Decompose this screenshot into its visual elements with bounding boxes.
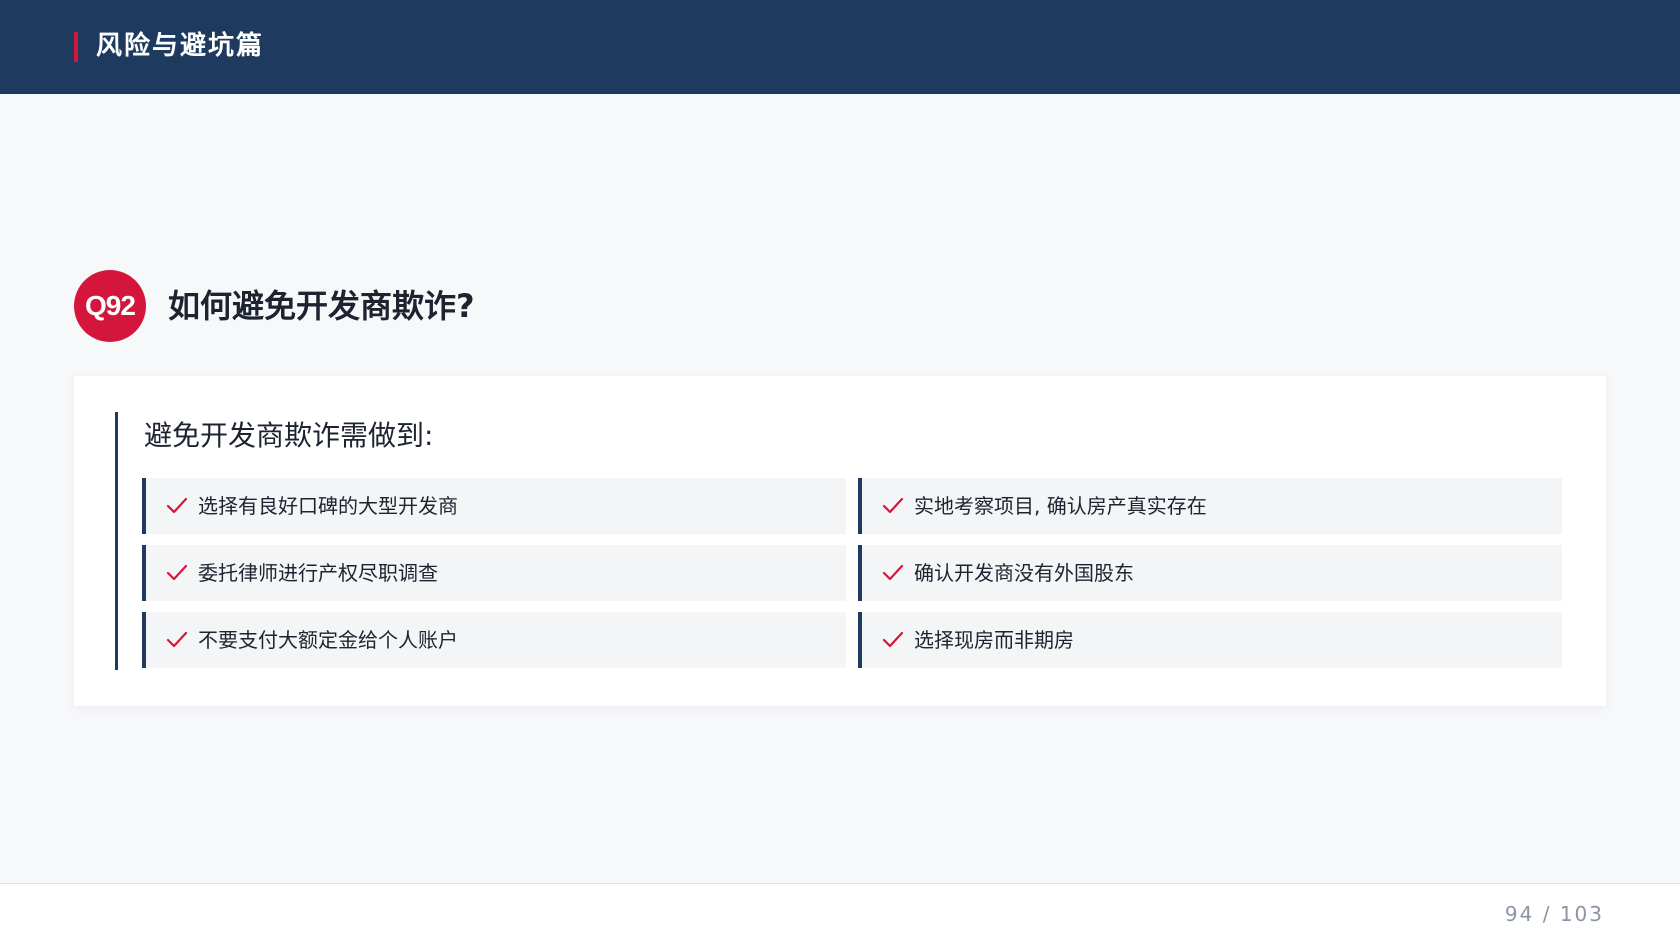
checklist-item-label: 确认开发商没有外国股东 [914,561,1134,585]
page-number: 94 / 103 [1504,902,1604,926]
question-number-badge: Q92 [74,270,146,342]
checklist-item: 确认开发商没有外国股东 [858,545,1562,601]
checklist-item-label: 委托律师进行产权尽职调查 [198,561,438,585]
header-accent-bar [74,32,78,62]
check-icon [882,631,904,648]
checklist-item-label: 实地考察项目, 确认房产真实存在 [914,494,1207,518]
checklist-item: 实地考察项目, 确认房产真实存在 [858,478,1562,534]
checklist-item-label: 选择现房而非期房 [914,628,1074,652]
check-icon [166,631,188,648]
check-icon [882,564,904,581]
checklist-item: 选择现房而非期房 [858,612,1562,668]
check-icon [166,497,188,514]
question-title: 如何避免开发商欺诈? [168,287,475,325]
checklist-item: 委托律师进行产权尽职调查 [142,545,846,601]
checklist-item-label: 选择有良好口碑的大型开发商 [198,494,458,518]
card-left-rule [115,412,118,670]
section-title: 风险与避坑篇 [96,31,265,61]
header-bar: 风险与避坑篇 [0,0,1680,94]
check-icon [882,497,904,514]
check-icon [166,564,188,581]
checklist-item-label: 不要支付大额定金给个人账户 [198,628,458,652]
card-heading: 避免开发商欺诈需做到: [144,419,434,452]
checklist-item: 不要支付大额定金给个人账户 [142,612,846,668]
checklist-item: 选择有良好口碑的大型开发商 [142,478,846,534]
answer-card: 避免开发商欺诈需做到: 选择有良好口碑的大型开发商 实地考察项目, 确认房产真实… [74,376,1606,706]
footer [0,884,1680,945]
